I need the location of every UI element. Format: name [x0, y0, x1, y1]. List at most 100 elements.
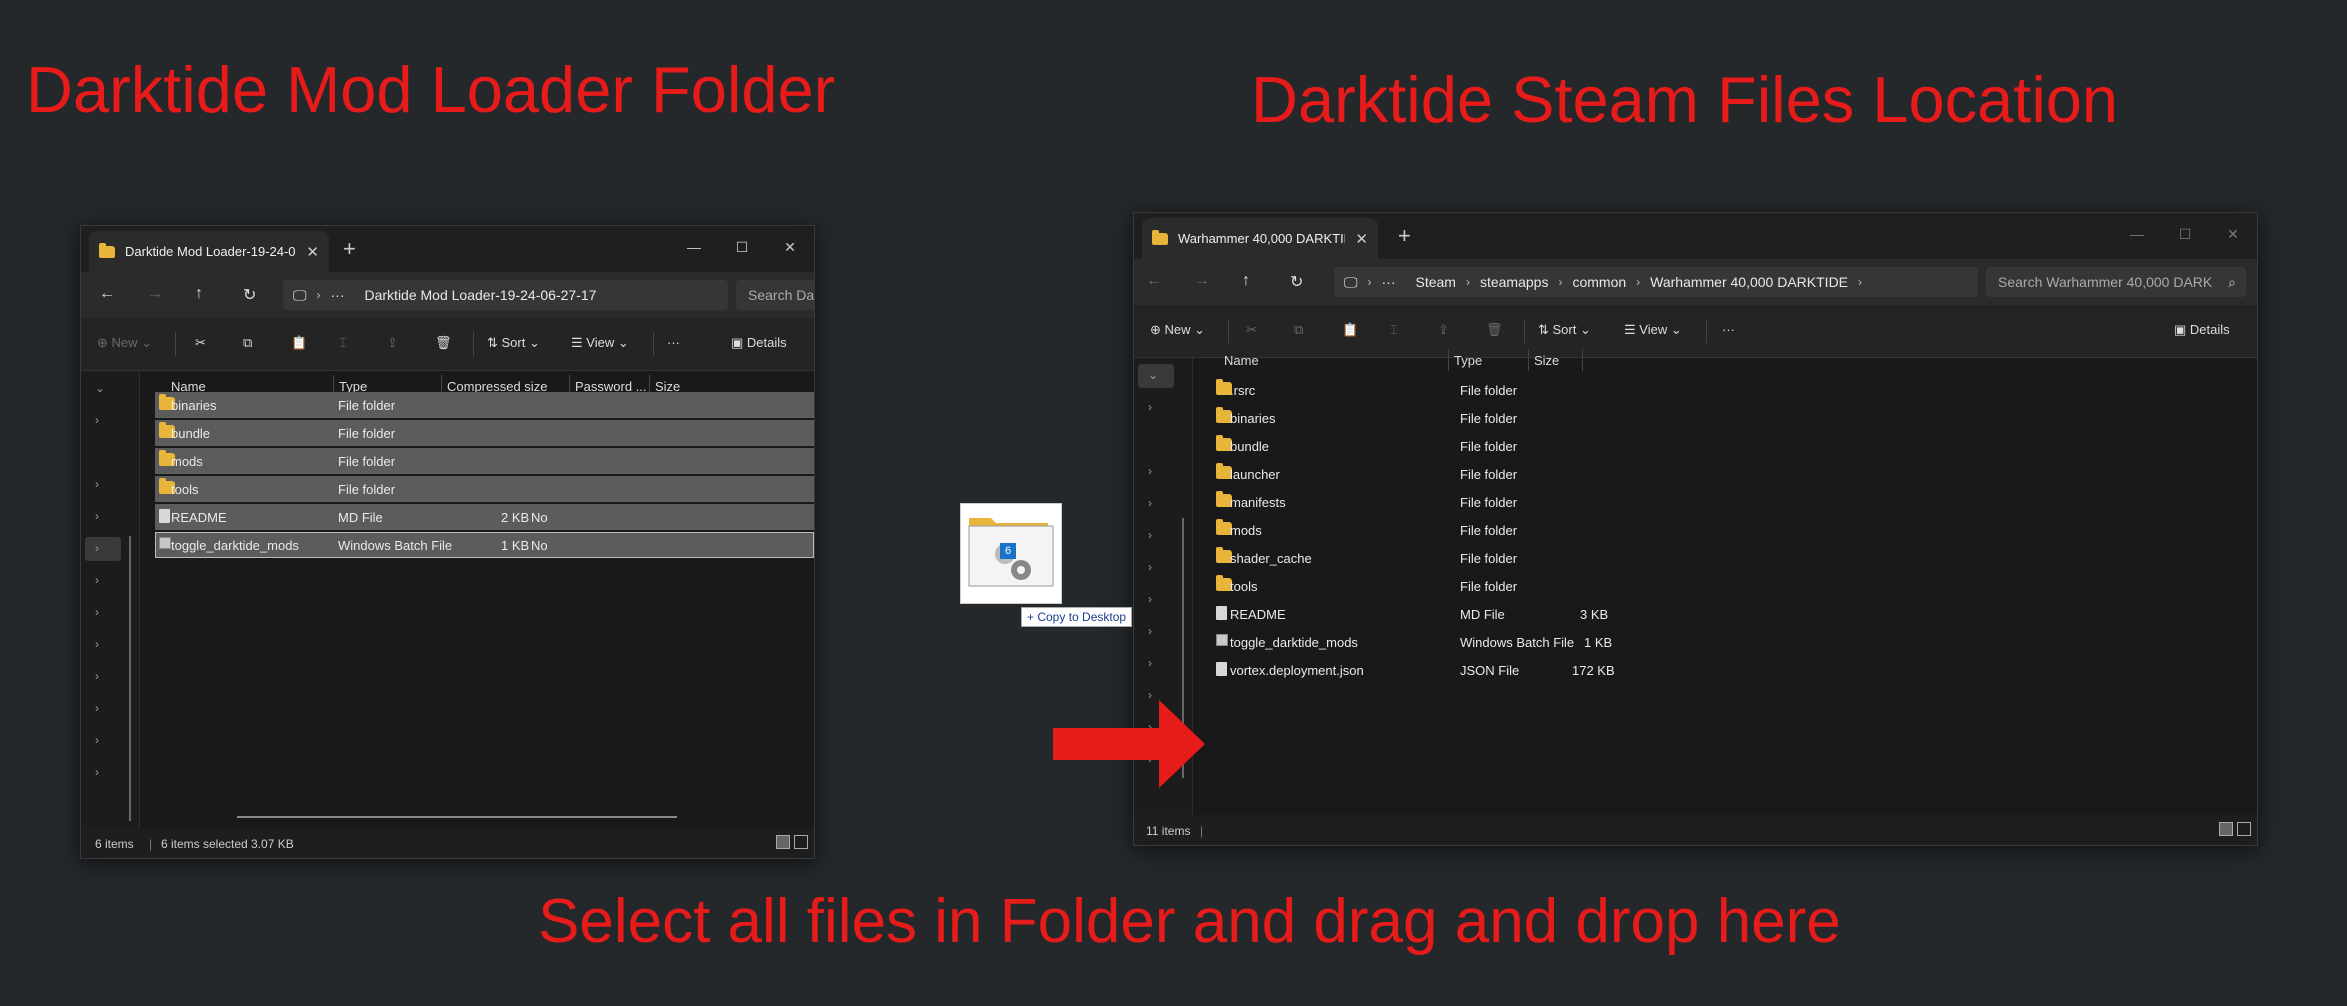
address-bar[interactable]: 🖵 › ··· Steam › steamapps › common › War…	[1334, 267, 1978, 297]
breadcrumb-overflow[interactable]: ···	[321, 287, 355, 303]
tiles-view-icon[interactable]	[2237, 822, 2251, 836]
search-input[interactable]: Search Darktide Mod L	[736, 280, 814, 310]
paste-icon[interactable]: 📋	[291, 335, 307, 351]
chevron-right-icon[interactable]: ›	[1148, 560, 1152, 574]
search-input[interactable]: Search Warhammer 40,000 DARK ⌕	[1986, 267, 2246, 297]
horizontal-scrollbar[interactable]	[237, 816, 677, 818]
more-options-button[interactable]: ···	[1722, 322, 1735, 337]
nav-scrollbar[interactable]	[129, 536, 131, 821]
share-icon[interactable]: ⇪	[387, 335, 398, 351]
file-row[interactable]: launcher File folder	[1208, 461, 1868, 487]
cut-icon[interactable]: ✂	[1246, 322, 1257, 338]
tab-darktide[interactable]: Warhammer 40,000 DARKTIDE ✕	[1142, 218, 1378, 259]
file-row[interactable]: README MD File 2 KB No	[155, 504, 814, 530]
chevron-right-icon[interactable]: ›	[95, 637, 99, 651]
breadcrumb-item[interactable]: common	[1562, 274, 1636, 290]
address-bar[interactable]: 🖵 › ··· Darktide Mod Loader-19-24-06-27-…	[283, 280, 728, 310]
chevron-right-icon[interactable]: ›	[1148, 400, 1152, 414]
close-button[interactable]: ✕	[766, 232, 814, 262]
chevron-right-icon[interactable]: ›	[95, 733, 99, 747]
details-view-icon[interactable]	[2219, 822, 2233, 836]
details-button[interactable]: ▣ Details	[731, 335, 787, 351]
delete-icon[interactable]: 🗑	[1486, 322, 1503, 338]
paste-icon[interactable]: 📋	[1342, 322, 1358, 338]
chevron-right-icon[interactable]: ›	[95, 413, 99, 427]
file-row[interactable]: toggle_darktide_mods Windows Batch File …	[155, 532, 814, 558]
chevron-right-icon[interactable]: ›	[1148, 528, 1152, 542]
sort-button[interactable]: ⇅ Sort ⌄	[487, 335, 540, 351]
column-divider[interactable]	[1528, 349, 1529, 371]
chevron-right-icon[interactable]: ›	[95, 669, 99, 683]
chevron-right-icon[interactable]: ›	[95, 477, 99, 491]
view-button[interactable]: ☰ View ⌄	[571, 335, 629, 351]
rename-icon[interactable]: ⌶	[339, 335, 347, 351]
close-button[interactable]: ✕	[2209, 219, 2257, 249]
chevron-right-icon[interactable]: ›	[95, 765, 99, 779]
new-tab-button[interactable]: +	[343, 236, 356, 262]
file-row[interactable]: mods File folder	[155, 448, 814, 474]
new-button[interactable]: ⊕ New ⌄	[1150, 322, 1205, 338]
close-tab-icon[interactable]: ✕	[306, 243, 319, 261]
chevron-right-icon[interactable]: ›	[95, 701, 99, 715]
details-view-icon[interactable]	[776, 835, 790, 849]
more-options-button[interactable]: ···	[667, 335, 680, 350]
chevron-right-icon[interactable]: ›	[1148, 592, 1152, 606]
sort-button[interactable]: ⇅ Sort ⌄	[1538, 322, 1591, 338]
chevron-right-icon[interactable]: ›	[95, 605, 99, 619]
column-divider[interactable]	[1448, 349, 1449, 371]
breadcrumb-item[interactable]: Steam	[1406, 274, 1466, 290]
tiles-view-icon[interactable]	[794, 835, 808, 849]
up-button[interactable]: ↑	[195, 285, 203, 303]
chevron-right-icon[interactable]: ›	[95, 509, 99, 523]
chevron-right-icon[interactable]: ›	[95, 573, 99, 587]
file-row[interactable]: manifests File folder	[1208, 489, 1868, 515]
new-button[interactable]: ⊕ New ⌄	[97, 335, 152, 351]
chevron-right-icon[interactable]: ›	[1148, 464, 1152, 478]
file-row[interactable]: README MD File 3 KB	[1208, 601, 1868, 627]
breadcrumb-overflow[interactable]: ···	[1372, 274, 1406, 290]
column-header-size[interactable]: Size	[1534, 353, 1559, 368]
file-row[interactable]: vortex.deployment.json JSON File 172 KB	[1208, 657, 1868, 683]
file-row[interactable]: mods File folder	[1208, 517, 1868, 543]
copy-icon[interactable]: ⧉	[1294, 322, 1303, 338]
file-row[interactable]: bundle File folder	[155, 420, 814, 446]
file-row[interactable]: binaries File folder	[1208, 405, 1868, 431]
column-header-type[interactable]: Type	[1454, 353, 1482, 368]
breadcrumb-item[interactable]: Darktide Mod Loader-19-24-06-27-17	[355, 287, 607, 303]
close-tab-icon[interactable]: ✕	[1355, 230, 1368, 248]
chevron-down-icon[interactable]: ⌄	[95, 381, 105, 395]
new-tab-button[interactable]: +	[1398, 223, 1411, 249]
breadcrumb-item[interactable]: Warhammer 40,000 DARKTIDE	[1640, 274, 1858, 290]
file-row[interactable]: .rsrc File folder	[1208, 377, 1868, 403]
back-button[interactable]: ←	[99, 285, 115, 303]
minimize-button[interactable]: —	[670, 232, 718, 262]
copy-icon[interactable]: ⧉	[243, 335, 252, 351]
chevron-right-icon[interactable]: ›	[95, 541, 99, 555]
view-button[interactable]: ☰ View ⌄	[1624, 322, 1682, 338]
column-divider[interactable]	[1582, 349, 1583, 371]
file-row[interactable]: shader_cache File folder	[1208, 545, 1868, 571]
file-row[interactable]: toggle_darktide_mods Windows Batch File …	[1208, 629, 1868, 655]
file-row[interactable]: binaries File folder	[155, 392, 814, 418]
breadcrumb-item[interactable]: steamapps	[1470, 274, 1558, 290]
file-row[interactable]: bundle File folder	[1208, 433, 1868, 459]
chevron-right-icon[interactable]: ›	[1148, 624, 1152, 638]
file-row[interactable]: tools File folder	[1208, 573, 1868, 599]
tab-mod-loader[interactable]: Darktide Mod Loader-19-24-06-27-17 ✕	[89, 231, 329, 272]
back-button[interactable]: ←	[1146, 272, 1162, 290]
forward-button[interactable]: →	[147, 285, 163, 303]
details-button[interactable]: ▣ Details	[2174, 322, 2230, 338]
minimize-button[interactable]: —	[2113, 219, 2161, 249]
file-row[interactable]: tools File folder	[155, 476, 814, 502]
share-icon[interactable]: ⇪	[1438, 322, 1449, 338]
maximize-button[interactable]: ☐	[2161, 219, 2209, 249]
chevron-right-icon[interactable]: ›	[1148, 496, 1152, 510]
forward-button[interactable]: →	[1194, 272, 1210, 290]
up-button[interactable]: ↑	[1242, 272, 1250, 290]
refresh-button[interactable]: ↻	[1290, 272, 1303, 292]
delete-icon[interactable]: 🗑	[435, 335, 452, 351]
rename-icon[interactable]: ⌶	[1390, 322, 1398, 338]
cut-icon[interactable]: ✂	[195, 335, 206, 351]
chevron-right-icon[interactable]: ›	[1148, 656, 1152, 670]
chevron-down-icon[interactable]: ⌄	[1148, 368, 1158, 382]
